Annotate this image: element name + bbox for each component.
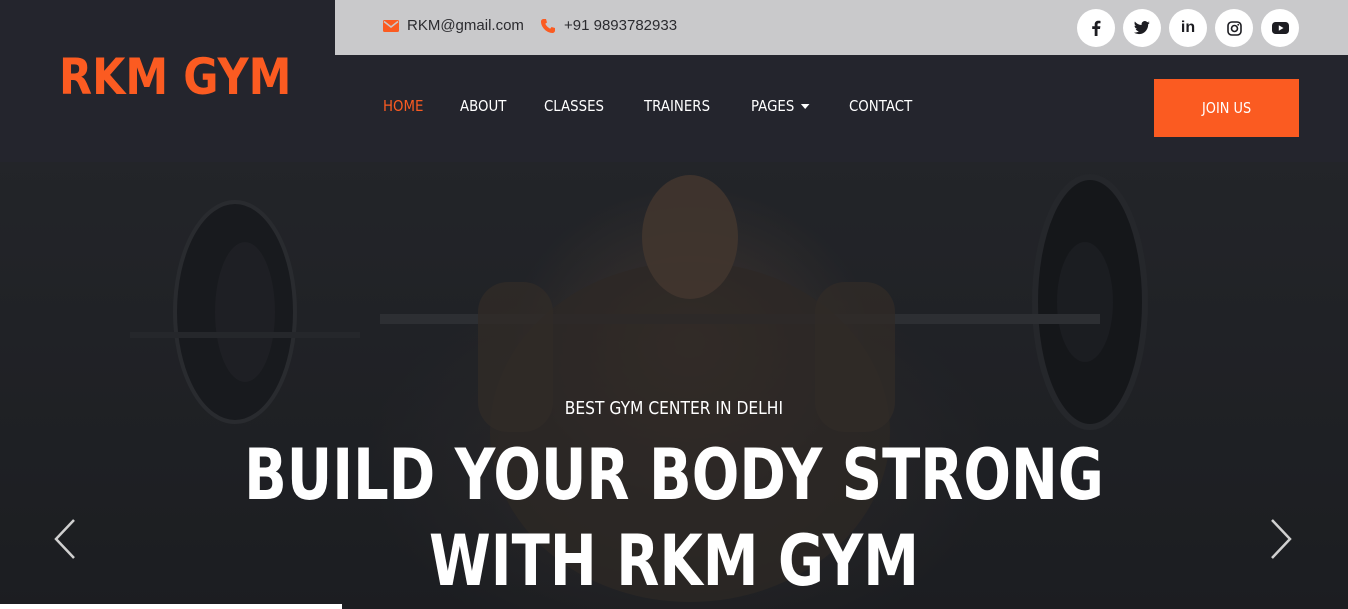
phone-icon xyxy=(540,18,556,34)
linkedin-glyph: in xyxy=(1180,19,1196,36)
bottom-white-strip xyxy=(0,604,342,609)
phone-contact[interactable]: +91 9893782933 xyxy=(540,17,677,34)
top-contact-bar: RKM@gmail.com +91 9893782933 in xyxy=(335,0,1348,55)
nav-about[interactable]: ABOUT xyxy=(460,97,506,115)
main-navbar: HOME ABOUT CLASSES TRAINERS PAGES CONTAC… xyxy=(335,55,1348,162)
join-us-button[interactable]: JOIN US xyxy=(1154,79,1299,137)
envelope-icon xyxy=(383,19,399,32)
join-us-label: JOIN US xyxy=(1201,99,1252,117)
hero-title-line-1: BUILD YOUR BODY STRONG xyxy=(244,434,1104,516)
phone-text: +91 9893782933 xyxy=(564,17,678,34)
site-logo[interactable]: RKM GYM xyxy=(59,52,291,102)
nav-trainers-label: TRAINERS xyxy=(643,97,710,115)
nav-home-label: HOME xyxy=(383,97,424,115)
carousel-next-arrow-icon[interactable] xyxy=(1268,517,1294,566)
nav-menu: HOME ABOUT CLASSES TRAINERS PAGES CONTAC… xyxy=(383,97,922,115)
youtube-icon[interactable] xyxy=(1261,9,1299,47)
nav-classes[interactable]: CLASSES xyxy=(544,97,604,115)
linkedin-icon[interactable]: in xyxy=(1169,9,1207,47)
hero-carousel: BEST GYM CENTER IN DELHI BUILD YOUR BODY… xyxy=(0,162,1348,609)
hero-title-line-2: WITH RKM GYM xyxy=(429,520,919,602)
email-contact[interactable]: RKM@gmail.com xyxy=(383,17,524,34)
nav-pages-label: PAGES xyxy=(750,97,794,115)
email-text: RKM@gmail.com xyxy=(407,17,524,34)
hero-subtitle-text: BEST GYM CENTER IN DELHI xyxy=(564,398,784,419)
hero-title: BUILD YOUR BODY STRONG WITH RKM GYM xyxy=(0,432,1348,604)
nav-about-label: ABOUT xyxy=(460,97,507,115)
logo-panel: RKM GYM xyxy=(0,0,335,162)
nav-trainers[interactable]: TRAINERS xyxy=(644,97,710,115)
social-links: in xyxy=(1077,9,1299,47)
nav-home[interactable]: HOME xyxy=(383,97,423,115)
nav-pages-dropdown[interactable]: PAGES xyxy=(751,97,810,115)
nav-contact[interactable]: CONTACT xyxy=(849,97,912,115)
instagram-icon[interactable] xyxy=(1215,9,1253,47)
facebook-icon[interactable] xyxy=(1077,9,1115,47)
caret-down-icon xyxy=(800,103,810,109)
twitter-icon[interactable] xyxy=(1123,9,1161,47)
nav-classes-label: CLASSES xyxy=(544,97,604,115)
carousel-prev-arrow-icon[interactable] xyxy=(52,517,78,566)
hero-subtitle: BEST GYM CENTER IN DELHI xyxy=(0,398,1348,419)
nav-contact-label: CONTACT xyxy=(848,97,913,115)
